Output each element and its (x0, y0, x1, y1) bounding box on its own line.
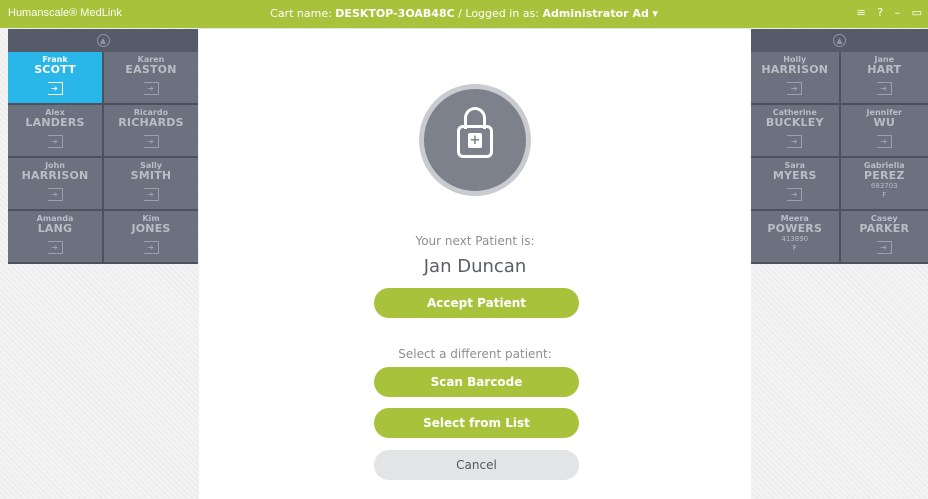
user-dropdown-caret-icon[interactable]: ▾ (652, 7, 658, 20)
lock-body: + (457, 125, 493, 158)
patient-last-name: HARRISON (21, 169, 89, 182)
left-patient-grid: Frank SCOTT ➔ Karen EASTON ➔ Alex LANDERS ➔ Ricar… (8, 52, 198, 264)
patient-mrn: 683703 (870, 182, 898, 190)
restore-icon[interactable]: ▭ (912, 6, 922, 19)
patient-last-name: LANDERS (25, 116, 85, 129)
login-arrow-icon[interactable]: ➔ (143, 188, 159, 201)
patient-tile[interactable]: Amanda LANG ➔ (8, 211, 102, 262)
patient-tile[interactable]: Kim JONES ➔ (104, 211, 198, 262)
patient-last-name: HART (867, 63, 902, 76)
login-arrow-icon[interactable]: ➔ (143, 135, 159, 148)
minimize-icon[interactable]: – (895, 6, 901, 19)
patient-last-name: PEREZ (863, 169, 905, 182)
right-scroll-up[interactable]: ▲ (751, 29, 928, 52)
cart-label: Cart name: (270, 7, 332, 20)
cart-info: Cart name: DESKTOP-3OAB48C / Logged in a… (0, 7, 928, 20)
patient-tile[interactable]: Catherine BUCKLEY ➔ (751, 105, 839, 156)
login-arrow-icon[interactable]: ➔ (876, 82, 892, 95)
patient-tile[interactable]: Karen EASTON ➔ (104, 52, 198, 103)
login-arrow-icon[interactable]: ➔ (47, 188, 63, 201)
patient-tile[interactable]: Holly HARRISON ➔ (751, 52, 839, 103)
patient-last-name: POWERS (767, 222, 823, 235)
title-bar: Humanscale® MedLink Cart name: DESKTOP-3… (0, 0, 928, 28)
scan-barcode-button[interactable]: Scan Barcode (374, 367, 579, 397)
patient-last-name: HARRISON (761, 63, 829, 76)
patient-tile[interactable]: Ricardo RICHARDS ➔ (104, 105, 198, 156)
patient-last-name: PARKER (859, 222, 910, 235)
patient-tile[interactable]: Sally SMITH ➔ (104, 158, 198, 209)
menu-icon[interactable]: ≡ (857, 6, 866, 19)
medical-lock-icon: + (419, 84, 531, 196)
next-patient-dialog: + Your next Patient is: Jan Duncan Accep… (199, 29, 751, 499)
right-patient-grid: Holly HARRISON ➔ Jane HART ➔ Catherine BUCKLEY ➔… (751, 52, 928, 264)
login-label: Logged in as: (465, 7, 539, 20)
left-patient-panel: ▲ Frank SCOTT ➔ Karen EASTON ➔ Alex LANDERS ➔ Ric… (8, 29, 198, 264)
select-different-label: Select a different patient: (398, 347, 552, 361)
patient-last-name: WU (873, 116, 895, 129)
patient-last-name: MYERS (772, 169, 817, 182)
patient-last-name: BUCKLEY (765, 116, 824, 129)
login-arrow-icon[interactable]: ➔ (47, 82, 63, 95)
login-arrow-icon[interactable]: ➔ (47, 241, 63, 254)
patient-last-name: SCOTT (34, 63, 76, 76)
right-patient-panel: ▲ Holly HARRISON ➔ Jane HART ➔ Catherine BUCKLE… (751, 29, 928, 264)
separator: / (458, 7, 462, 20)
left-scroll-up[interactable]: ▲ (8, 29, 198, 52)
patient-sex: F (882, 191, 887, 199)
login-arrow-icon[interactable]: ➔ (876, 241, 892, 254)
login-arrow-icon[interactable]: ➔ (143, 241, 159, 254)
patient-tile[interactable]: John HARRISON ➔ (8, 158, 102, 209)
up-arrow-circle-icon[interactable]: ▲ (833, 34, 846, 47)
login-arrow-icon[interactable]: ➔ (876, 135, 892, 148)
patient-last-name: RICHARDS (118, 116, 184, 129)
patient-tile[interactable]: Casey PARKER ➔ (840, 211, 928, 262)
patient-tile[interactable]: Jennifer WU ➔ (840, 105, 928, 156)
cart-name: DESKTOP-3OAB48C (335, 7, 455, 20)
patient-last-name: EASTON (125, 63, 177, 76)
login-arrow-icon[interactable]: ➔ (787, 135, 803, 148)
up-arrow-circle-icon[interactable]: ▲ (96, 34, 110, 47)
patient-tile[interactable]: Meera POWERS 413890 F (751, 211, 839, 262)
login-arrow-icon[interactable]: ➔ (787, 82, 803, 95)
login-arrow-icon[interactable]: ➔ (143, 82, 159, 95)
patient-tile[interactable]: Alex LANDERS ➔ (8, 105, 102, 156)
user-name[interactable]: Administrator Ad (542, 7, 648, 20)
patient-tile[interactable]: Sara MYERS ➔ (751, 158, 839, 209)
help-icon[interactable]: ? (877, 6, 883, 19)
window-controls: ≡ ? – ▭ (849, 6, 922, 19)
login-arrow-icon[interactable]: ➔ (47, 135, 63, 148)
login-arrow-icon[interactable]: ➔ (787, 188, 803, 201)
plus-icon: + (468, 133, 482, 148)
patient-tile[interactable]: Frank SCOTT ➔ (8, 52, 102, 103)
patient-last-name: LANG (37, 222, 73, 235)
patient-sex: F (792, 244, 797, 252)
patient-name: Jan Duncan (423, 256, 527, 277)
accept-patient-button[interactable]: Accept Patient (374, 288, 579, 318)
patient-last-name: JONES (131, 222, 171, 235)
select-from-list-button[interactable]: Select from List (374, 408, 579, 438)
patient-mrn: 413890 (781, 235, 809, 243)
next-patient-label: Your next Patient is: (415, 234, 535, 248)
patient-last-name: SMITH (130, 169, 172, 182)
patient-tile[interactable]: Gabriella PEREZ 683703 F (840, 158, 928, 209)
patient-tile[interactable]: Jane HART ➔ (840, 52, 928, 103)
cancel-button[interactable]: Cancel (374, 450, 579, 480)
